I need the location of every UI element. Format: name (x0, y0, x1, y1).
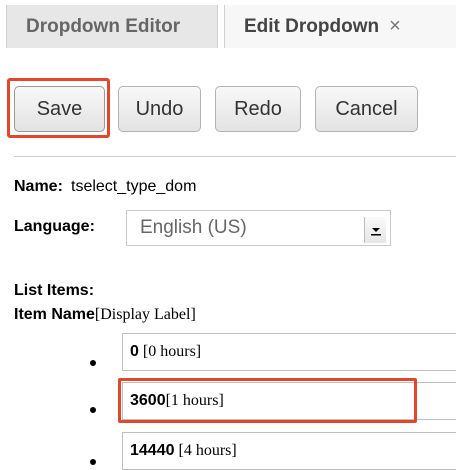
list-bullet (90, 407, 96, 413)
list-bullet (90, 360, 96, 366)
list-item-display: [1 hours] (165, 392, 224, 409)
list-bullet (90, 459, 96, 465)
list-item[interactable]: 0 [0 hours] (122, 333, 456, 371)
name-value: tselect_type_dom (71, 178, 197, 195)
cancel-button[interactable]: Cancel (315, 86, 418, 132)
list-item[interactable]: 3600 [1 hours] (122, 382, 456, 420)
list-item-display: [4 hours] (178, 442, 237, 459)
tab-label: Dropdown Editor (26, 15, 181, 37)
tab-edit-dropdown[interactable]: Edit Dropdown × (224, 4, 456, 48)
list-item-name: 14440 (130, 442, 175, 459)
language-label: Language: (14, 218, 95, 235)
save-button[interactable]: Save (14, 86, 105, 132)
divider (14, 156, 456, 157)
list-item[interactable]: 14440 [4 hours] (122, 432, 456, 470)
undo-button[interactable]: Undo (118, 86, 201, 132)
list-item-name: 0 (130, 343, 139, 360)
tab-top-crop (0, 0, 456, 5)
item-name-header: Item Name (14, 306, 95, 323)
close-icon[interactable]: × (389, 15, 401, 38)
list-item-display: [0 hours] (142, 343, 202, 360)
arrow-glyph (370, 228, 381, 236)
redo-button[interactable]: Redo (215, 86, 301, 132)
language-select[interactable]: English (US) (126, 210, 391, 246)
language-select-value: English (US) (140, 217, 247, 238)
chevron-down-icon[interactable] (364, 217, 386, 243)
tab-label: Edit Dropdown (244, 15, 380, 37)
tab-bar: Dropdown Editor Edit Dropdown × (0, 0, 456, 48)
list-item-name: 3600 (130, 392, 166, 409)
display-label-header: [Display Label] (94, 306, 196, 323)
list-items-title: List Items: (14, 282, 95, 299)
list-column-header: Item Name[Display Label] (14, 306, 196, 324)
tab-dropdown-editor[interactable]: Dropdown Editor (6, 4, 218, 48)
name-label: Name: (14, 178, 63, 195)
